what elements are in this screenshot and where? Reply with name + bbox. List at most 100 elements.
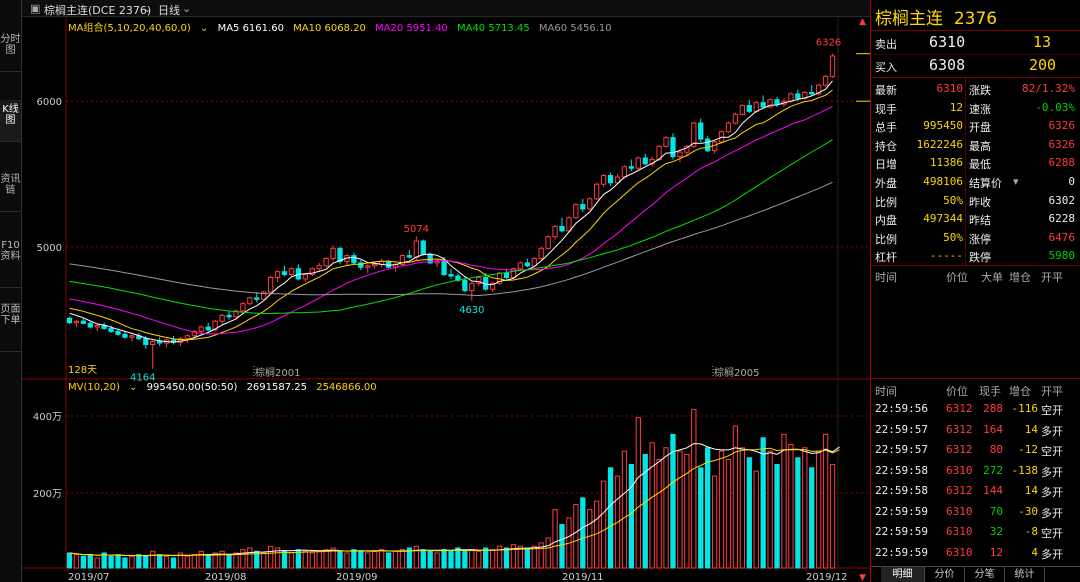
tab-detail[interactable]: 明细 [881, 567, 925, 582]
volume-bar [143, 555, 149, 569]
quote-value: 82/1.32% [1022, 82, 1075, 95]
volume-bar [108, 555, 114, 569]
volume-bar [434, 552, 440, 569]
tick-row[interactable]: 22:59:57 6312 164 14 多开 [871, 420, 1080, 439]
quote-value: 6302 [1048, 193, 1076, 207]
candle-body [552, 225, 558, 238]
quote-value: 11386 [929, 156, 963, 170]
tick-time: 22:59:58 [875, 484, 928, 497]
mv-group-label[interactable]: MV(10,20) [68, 382, 120, 393]
volume-bar [524, 547, 530, 569]
quote-value: 6288 [1048, 156, 1076, 170]
quote-row: 外盘 498106 结算价 ▾ 0 [871, 172, 1080, 191]
tick-type: 多开 [1041, 547, 1063, 561]
volume-bar [94, 557, 100, 569]
quote-value: 50% [943, 230, 963, 244]
volume-bar [420, 549, 426, 569]
date-axis-label: 2019/11 [562, 572, 604, 582]
volume-bar [66, 552, 73, 569]
quote-label: 最低 [969, 158, 991, 172]
tab-ticks[interactable]: 分笔 [965, 567, 1005, 582]
tab-order[interactable]: 页面下单 [0, 300, 21, 352]
candle-body [545, 236, 551, 249]
volume-bar [705, 447, 711, 569]
ma10-label: MA10 6068.20 [293, 23, 366, 34]
volume-bar [150, 550, 156, 569]
volume-bar [677, 450, 683, 569]
candle-body [240, 303, 246, 312]
tick-row[interactable]: 22:59:58 6310 272 -138 多开 [871, 461, 1080, 480]
volume-bar [607, 467, 614, 569]
chart-title-bar: ▣ 棕榈主连(DCE 2376) ⌄ 日线 ⌄ [22, 0, 872, 17]
swing-low-label: 4630 [459, 305, 484, 316]
quote-label: 比例 [875, 232, 897, 246]
chevron-down-icon[interactable]: ⌄ [129, 382, 137, 393]
chevron-down-icon[interactable]: ⌄ [143, 2, 152, 15]
candle-body [330, 247, 336, 260]
volume-bar [691, 408, 697, 569]
candle-body [150, 341, 156, 345]
volume-bar [656, 458, 662, 569]
candle-body [219, 314, 225, 322]
tick-time: 22:59:57 [875, 422, 928, 436]
tab-price-distribution[interactable]: 分价 [925, 567, 965, 582]
volume-bar [73, 554, 80, 569]
volume-bar [711, 475, 718, 569]
settle-chevron-down-icon[interactable]: ▾ [1013, 175, 1019, 188]
volume-bar [753, 470, 759, 569]
tick-row[interactable]: 22:59:57 6312 80 -12 空开 [871, 440, 1080, 459]
bid-row: 买入 6308 200 [875, 56, 1057, 74]
volume-bar [739, 447, 746, 569]
candle-body [663, 137, 669, 147]
chevron-down-icon[interactable]: ⌄ [200, 23, 208, 34]
tick-oi-change: 14 [1024, 422, 1038, 436]
tab-kline[interactable]: K线图 [0, 100, 21, 142]
volume-bar [441, 549, 447, 569]
period-chevron-down-icon[interactable]: ⌄ [182, 2, 191, 15]
volume-bar [580, 497, 586, 569]
candle-body [129, 335, 135, 338]
left-tab-bar: 分时图 K线图 资讯链 F10资料 页面下单 [0, 0, 22, 582]
ma20-label: MA20 5951.40 [375, 23, 448, 34]
candle-body [247, 297, 253, 305]
tick-volume: 144 [983, 484, 1003, 497]
tick-row[interactable]: 22:59:56 6312 288 -116 空开 [871, 399, 1080, 418]
tick-row[interactable]: 22:59:59 6310 70 -30 多开 [871, 502, 1080, 521]
tick-row[interactable]: 22:59:59 6310 32 -8 空开 [871, 522, 1080, 541]
volume-bar [510, 544, 517, 569]
tick-row[interactable]: 22:59:59 6310 12 4 多开 [871, 543, 1080, 562]
tick-type: 多开 [1041, 506, 1063, 520]
ma-group-label[interactable]: MA组合(5,10,20,40,60,0) [68, 23, 191, 34]
volume-bar [129, 555, 135, 569]
quote-value: 6228 [1048, 212, 1076, 226]
window-icon[interactable]: ▣ [30, 2, 40, 15]
candle-body [323, 258, 329, 267]
tab-news[interactable]: 资讯链 [0, 170, 21, 212]
quote-label: 开盘 [969, 121, 991, 135]
volume-bar [725, 458, 732, 569]
tick-type: 多开 [1041, 486, 1063, 499]
candle-body [469, 282, 475, 292]
tab-timeshare[interactable]: 分时图 [0, 30, 21, 72]
volume-bar [822, 433, 829, 569]
volume-bar [163, 555, 170, 569]
volume-bar [635, 417, 641, 569]
swing-high-label: 5074 [404, 224, 429, 235]
volume-bar [392, 550, 399, 569]
tick-volume: 164 [983, 422, 1003, 436]
quote-label: 昨收 [969, 195, 991, 209]
candle-body [441, 260, 447, 276]
volume-bar [323, 549, 329, 569]
contract-switch-label: 棕榈2001 [255, 366, 300, 379]
volume-bar [156, 554, 163, 569]
period-selector[interactable]: 日线 [158, 2, 180, 18]
kline-chart[interactable]: 60005000400万200万6326507446304164128天 棕榈20… [0, 0, 870, 582]
candle-body [413, 240, 419, 258]
tab-statistics[interactable]: 统计 [1005, 567, 1045, 582]
volume-bar [559, 524, 565, 569]
volume-bar [600, 480, 607, 569]
tab-f10[interactable]: F10资料 [0, 236, 21, 288]
tick-row[interactable]: 22:59:58 6312 144 14 多开 [871, 481, 1080, 500]
tick-time: 22:59:59 [875, 525, 928, 538]
tick-price: 6310 [946, 525, 973, 538]
